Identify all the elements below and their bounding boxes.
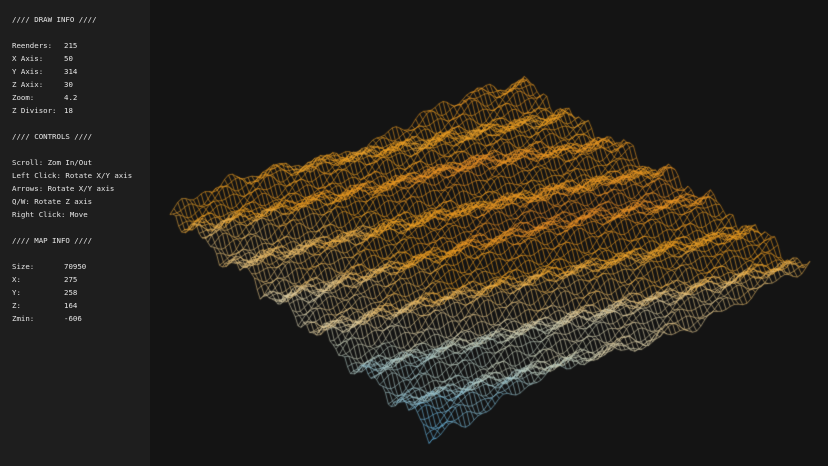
map-info-label: Y: bbox=[12, 288, 21, 297]
map-info-label: Size: bbox=[12, 262, 35, 271]
terrain-wireframe-canvas[interactable] bbox=[150, 0, 828, 466]
draw-info-label: X Axis: bbox=[12, 54, 44, 63]
control-item-qw: Q/W: Rotate Z axis bbox=[12, 197, 93, 206]
map-info-label: X: bbox=[12, 275, 21, 284]
draw-info-row-x-axis: X Axis: 50 bbox=[12, 52, 150, 65]
map-info-value: -606 bbox=[64, 314, 82, 323]
info-sidebar: //// DRAW INFO //// Reenders: 215 X Axis:… bbox=[0, 0, 150, 466]
draw-info-value: 18 bbox=[64, 106, 73, 115]
render-viewport[interactable] bbox=[150, 0, 828, 466]
map-info-row-y: Y: 258 bbox=[12, 286, 150, 299]
draw-info-label: Zoom: bbox=[12, 93, 35, 102]
draw-info-value: 215 bbox=[64, 41, 78, 50]
draw-info-label: Z Divisor: bbox=[12, 106, 57, 115]
map-info-value: 275 bbox=[64, 275, 78, 284]
controls-title: //// CONTROLS //// bbox=[12, 132, 93, 141]
map-info-value: 164 bbox=[64, 301, 78, 310]
map-info-row-x: X: 275 bbox=[12, 273, 150, 286]
control-item-arrows: Arrows: Rotate X/Y axis bbox=[12, 184, 115, 193]
map-info-row-size: Size: 70950 bbox=[12, 260, 150, 273]
draw-info-label: Z Axix: bbox=[12, 80, 44, 89]
control-item-scroll: Scroll: Zom In/Out bbox=[12, 158, 93, 167]
draw-info-title: //// DRAW INFO //// bbox=[12, 15, 97, 24]
draw-info-row-reenders: Reenders: 215 bbox=[12, 39, 150, 52]
draw-info-value: 314 bbox=[64, 67, 78, 76]
draw-info-list: Reenders: 215 X Axis: 50 Y Axis: 314 Z Axix… bbox=[12, 39, 150, 117]
draw-info-value: 30 bbox=[64, 80, 73, 89]
map-info-label: Zmin: bbox=[12, 314, 35, 323]
control-item-right-click: Right Click: Move bbox=[12, 210, 88, 219]
fdf-app: //// DRAW INFO //// Reenders: 215 X Axis:… bbox=[0, 0, 828, 466]
draw-info-row-z-divisor: Z Divisor: 18 bbox=[12, 104, 150, 117]
draw-info-value: 4.2 bbox=[64, 93, 78, 102]
map-info-row-zmin: Zmin: -606 bbox=[12, 312, 150, 325]
controls-list: Scroll: Zom In/Out Left Click: Rotate X/… bbox=[12, 156, 150, 221]
draw-info-label: Y Axis: bbox=[12, 67, 44, 76]
map-info-row-z: Z: 164 bbox=[12, 299, 150, 312]
map-info-value: 70950 bbox=[64, 262, 87, 271]
map-info-title: //// MAP INFO //// bbox=[12, 236, 93, 245]
map-info-list: Size: 70950 X: 275 Y: 258 Z: 164 Zmin: -606 bbox=[12, 260, 150, 325]
draw-info-row-zoom: Zoom: 4.2 bbox=[12, 91, 150, 104]
map-info-value: 258 bbox=[64, 288, 78, 297]
draw-info-row-y-axis: Y Axis: 314 bbox=[12, 65, 150, 78]
control-item-left-click: Left Click: Rotate X/Y axis bbox=[12, 171, 133, 180]
map-info-label: Z: bbox=[12, 301, 21, 310]
draw-info-row-z-axis: Z Axix: 30 bbox=[12, 78, 150, 91]
draw-info-label: Reenders: bbox=[12, 41, 53, 50]
draw-info-value: 50 bbox=[64, 54, 73, 63]
